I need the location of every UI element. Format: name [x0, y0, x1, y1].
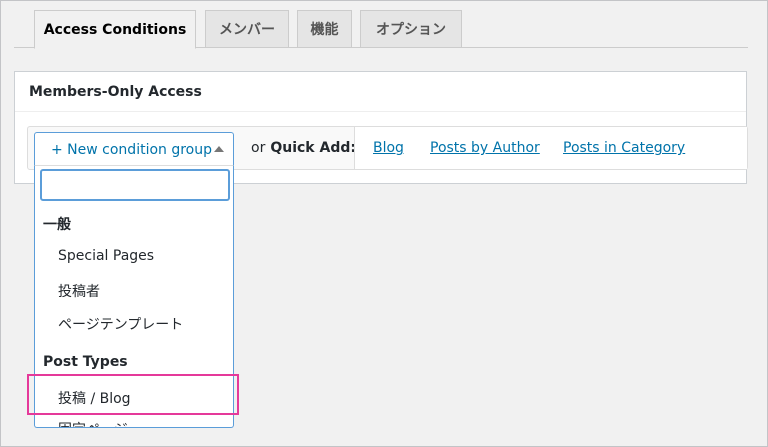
quick-add-blog-link[interactable]: Blog: [373, 140, 404, 156]
group-label-general: 一般: [43, 217, 71, 233]
option-fixed-page[interactable]: 固定ページ: [58, 419, 128, 427]
quick-add-posts-in-category-link[interactable]: Posts in Category: [563, 140, 685, 156]
quick-add-prefix: or: [251, 140, 266, 156]
tab-features[interactable]: 機能: [297, 10, 352, 48]
option-page-template[interactable]: ページテンプレート: [58, 314, 183, 334]
option-special-pages[interactable]: Special Pages: [58, 248, 154, 264]
tab-members[interactable]: メンバー: [205, 10, 289, 48]
quick-add-label: or Quick Add:: [251, 127, 356, 169]
tab-options[interactable]: オプション: [360, 10, 462, 48]
group-label-post-types: Post Types: [43, 354, 128, 370]
option-author[interactable]: 投稿者: [58, 281, 100, 301]
condition-dropdown: 一般 Special Pages 投稿者 ページテンプレート Post Type…: [34, 165, 234, 428]
caret-up-icon: [214, 146, 224, 152]
new-condition-group-select[interactable]: + New condition group: [34, 132, 234, 166]
quick-add-posts-by-author-link[interactable]: Posts by Author: [430, 140, 540, 156]
panel-title: Members-Only Access: [15, 72, 746, 112]
dropdown-search-input[interactable]: [40, 169, 230, 201]
tab-access-conditions[interactable]: Access Conditions: [34, 10, 196, 49]
select-label: + New condition group: [51, 141, 213, 158]
quick-add-links: Blog Posts by Author Posts in Category: [354, 127, 747, 169]
quick-add-text: Quick Add:: [270, 140, 356, 156]
option-post-blog[interactable]: 投稿 / Blog: [58, 388, 131, 408]
